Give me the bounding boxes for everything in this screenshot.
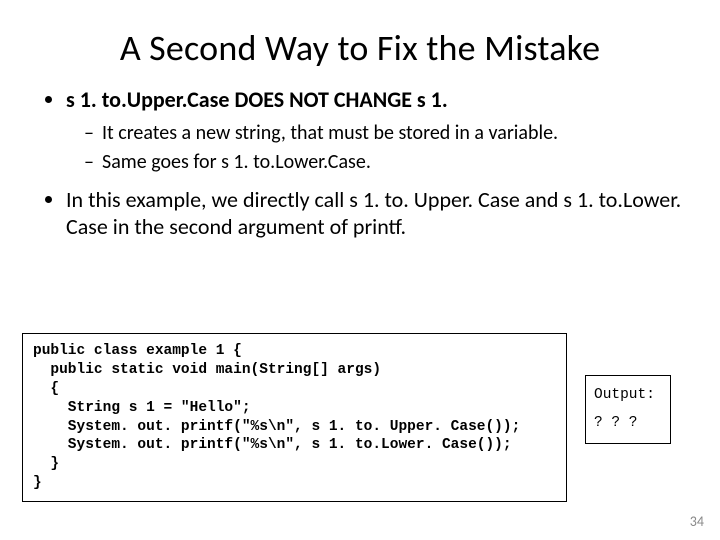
sub-bullet-1: It creates a new string, that must be st… bbox=[84, 120, 684, 147]
slide-title: A Second Way to Fix the Mistake bbox=[36, 26, 684, 70]
output-box: Output: ? ? ? bbox=[585, 375, 671, 444]
sub-bullet-2: Same goes for s 1. to.Lower.Case. bbox=[84, 149, 684, 176]
code-area: public class example 1 { public static v… bbox=[22, 333, 671, 502]
page-number: 34 bbox=[690, 513, 704, 530]
bullet-1-text: s 1. to.Upper.Case DOES NOT CHANGE s 1. bbox=[66, 86, 448, 113]
output-label: Output: bbox=[594, 382, 662, 410]
bullet-1: s 1. to.Upper.Case DOES NOT CHANGE s 1. … bbox=[66, 86, 684, 176]
sub-bullet-list: It creates a new string, that must be st… bbox=[66, 120, 684, 176]
bullet-2: In this example, we directly call s 1. t… bbox=[66, 186, 684, 241]
slide: A Second Way to Fix the Mistake s 1. to.… bbox=[0, 0, 720, 540]
output-value: ? ? ? bbox=[594, 410, 662, 438]
bullet-list: s 1. to.Upper.Case DOES NOT CHANGE s 1. … bbox=[44, 86, 684, 241]
code-box: public class example 1 { public static v… bbox=[22, 333, 567, 502]
